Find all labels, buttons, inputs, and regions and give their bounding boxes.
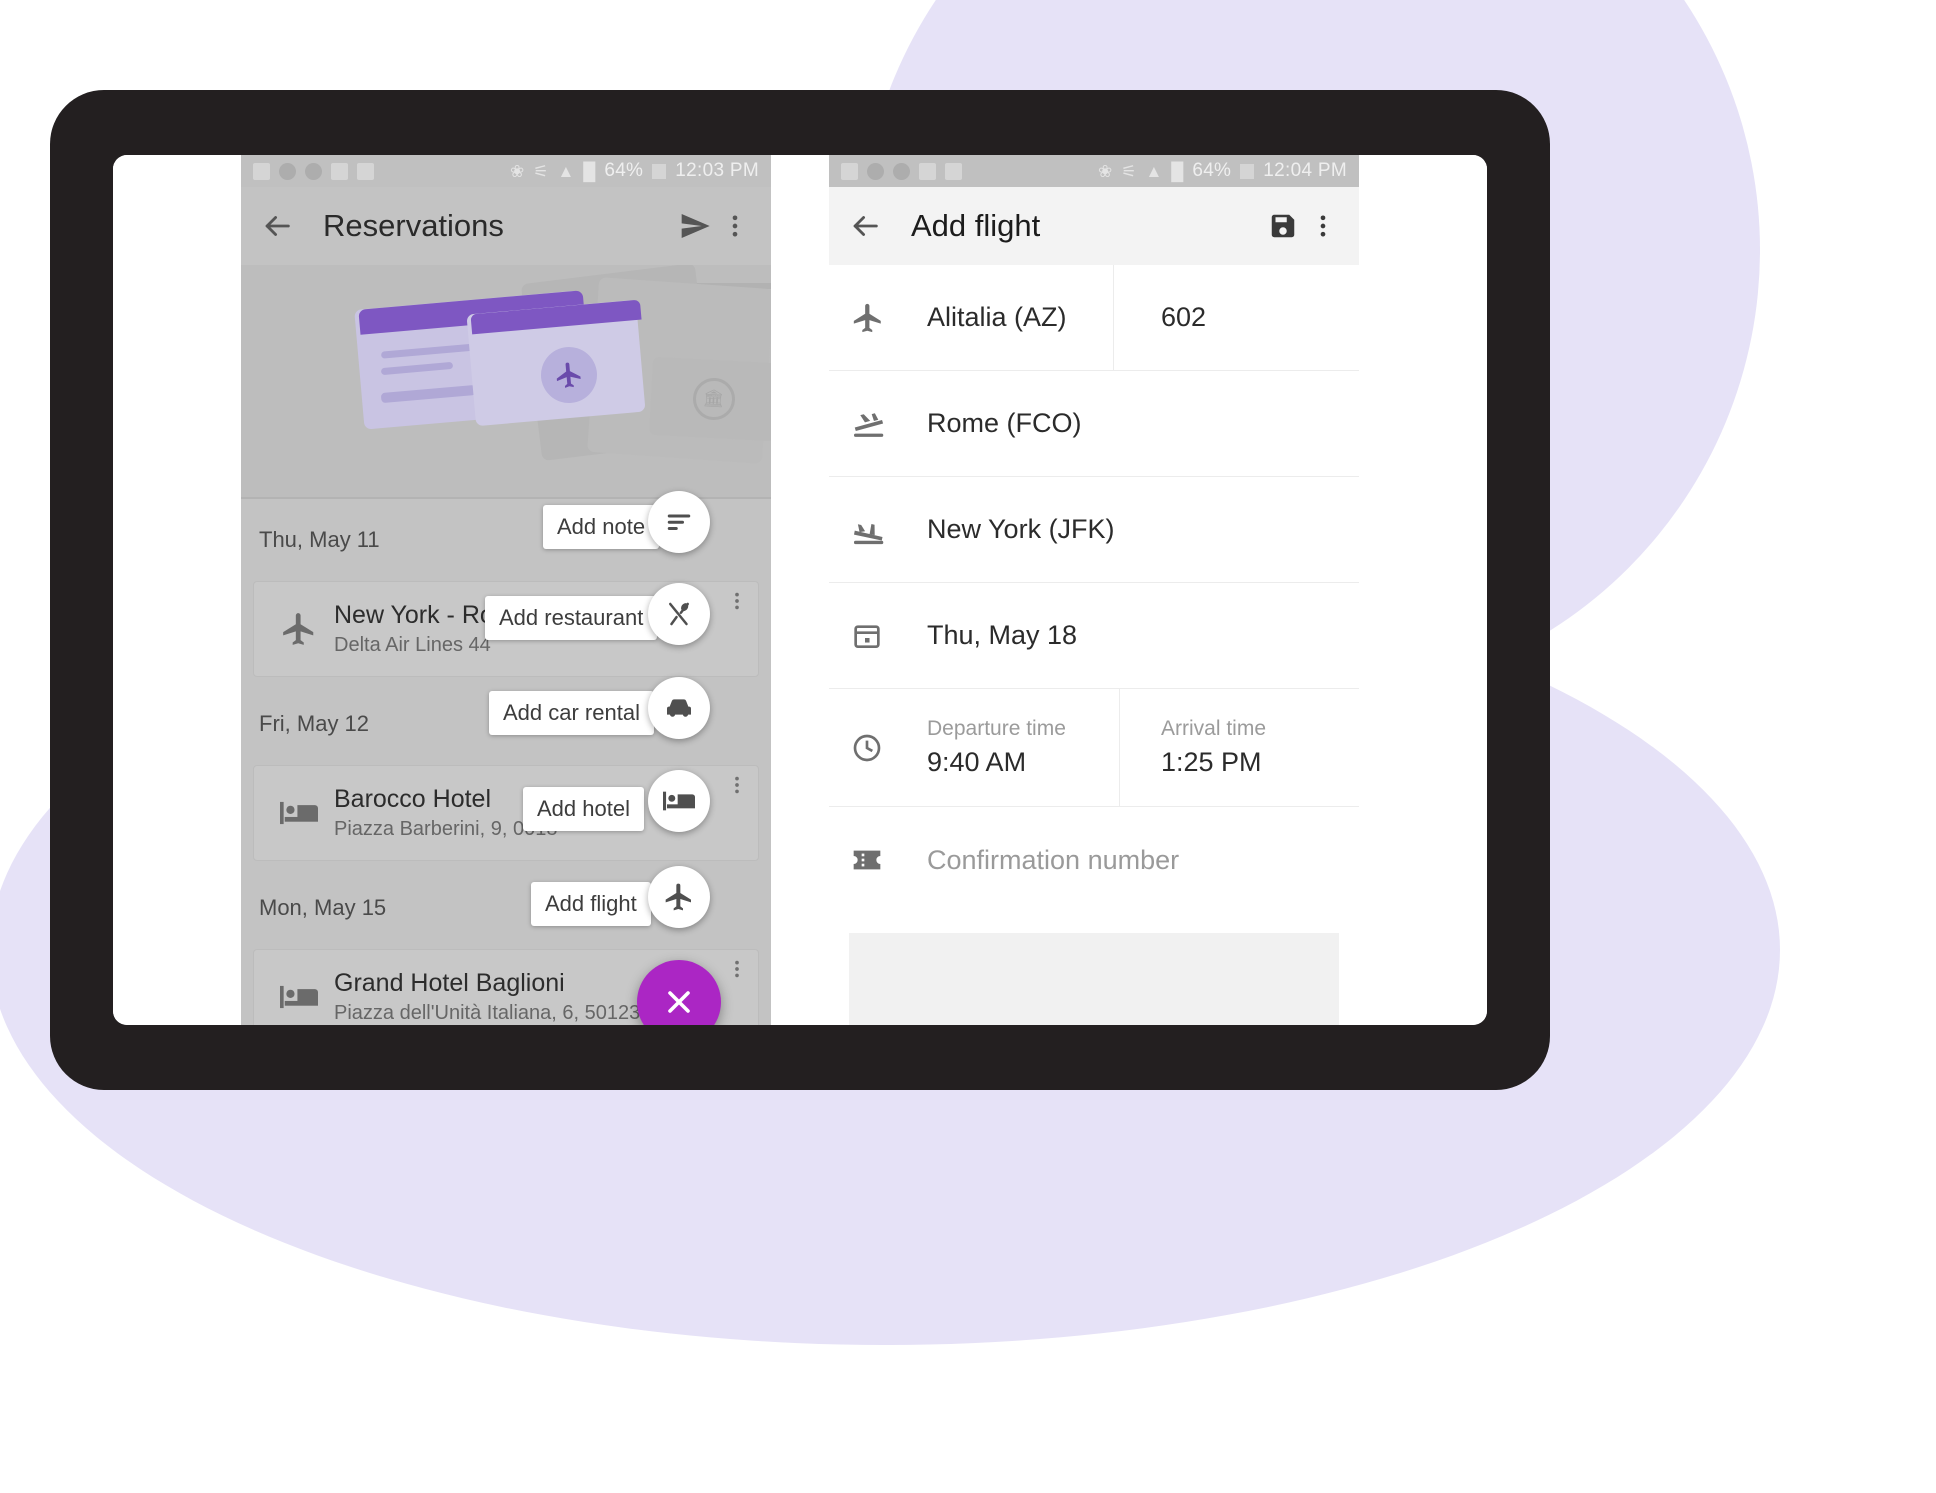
status-bar-clock: 12:03 PM [675,160,759,181]
document-icon [919,162,936,180]
image-icon [841,162,858,180]
airplane-icon [272,610,326,648]
add-hotel-button[interactable] [648,770,710,832]
airline-row[interactable]: Alitalia (AZ) 602 [829,265,1359,371]
wifi-icon: ▲ [1145,161,1163,181]
date-value[interactable]: Thu, May 18 [927,620,1077,651]
reservations-screen: ❀ ⚟ ▲ █ 64% 12:03 PM Reservations 🏛 Thu,… [241,155,771,1025]
vibrate-off-icon: ⚟ [533,161,549,181]
battery-icon [1240,163,1255,179]
add-restaurant-button[interactable] [648,583,710,645]
add-flight-screen: ❀ ⚟ ▲ █ 64% 12:04 PM Add flight Alitalia… [829,155,1359,1025]
destination-row[interactable]: New York (JFK) [829,477,1359,583]
battery-percent-label: 64% [604,160,644,181]
arrival-time-value[interactable]: 1:25 PM [1161,747,1266,778]
bluetooth-icon: ❀ [509,161,525,181]
departure-time-value[interactable]: 9:40 AM [927,747,1135,778]
signal-icon: █ [1171,161,1184,181]
back-arrow-icon[interactable] [845,206,885,246]
save-icon[interactable] [1263,206,1303,246]
add-car-rental-button[interactable] [648,677,710,739]
times-row[interactable]: Departure time 9:40 AM Arrival time 1:25… [829,689,1359,807]
museum-icon: 🏛 [691,376,736,422]
sync-icon [867,162,884,180]
clock-icon [851,732,927,764]
flight-land-icon [851,515,927,545]
overflow-menu-icon[interactable] [726,774,748,796]
day-label: Thu, May 11 [259,527,380,552]
flight-number-value[interactable]: 602 [1161,302,1206,333]
right-status-bar: ❀ ⚟ ▲ █ 64% 12:04 PM [829,155,1359,187]
screen-left-margin [113,155,241,1025]
illustration-ticket-stub: 🏛 [649,356,771,442]
day-label: Fri, May 12 [259,711,370,736]
airline-value[interactable]: Alitalia (AZ) [927,302,1135,333]
overflow-menu-icon[interactable] [1303,206,1343,246]
page-title: Add flight [911,208,1041,243]
speed-dial-label-add-note[interactable]: Add note [543,505,660,549]
image-icon [253,162,270,180]
arrival-time-cell[interactable]: Arrival time 1:25 PM [1161,717,1266,778]
origin-value[interactable]: Rome (FCO) [927,408,1082,439]
date-row[interactable]: Thu, May 18 [829,583,1359,689]
document-icon [331,162,348,180]
hotel-bed-icon [272,982,326,1012]
battery-percent-label: 64% [1192,160,1232,181]
arrival-time-label: Arrival time [1161,717,1267,740]
speed-dial-label-add-restaurant[interactable]: Add restaurant [485,596,658,640]
overflow-menu-icon[interactable] [726,590,748,612]
calendar-icon [851,620,927,652]
left-status-bar: ❀ ⚟ ▲ █ 64% 12:03 PM [241,155,771,187]
flight-takeoff-icon [851,409,927,439]
ticket-icon [851,847,927,873]
confirmation-number-row[interactable]: Confirmation number [829,807,1359,913]
battery-icon [652,163,667,179]
overflow-menu-icon[interactable] [715,206,755,246]
speed-dial-label-add-car-rental[interactable]: Add car rental [489,691,654,735]
add-flight-app-bar: Add flight [829,187,1359,265]
reservations-app-bar: Reservations [241,187,771,265]
speed-dial-label-add-flight[interactable]: Add flight [531,882,651,926]
reservations-list: Thu, May 11 New York - Rome Delta Air Li… [241,499,771,1025]
notes-textarea[interactable] [849,933,1339,1025]
sync-icon [305,162,322,180]
departure-time-label: Departure time [927,717,1066,740]
sync-icon [893,162,910,180]
departure-time-cell[interactable]: Departure time 9:40 AM [927,717,1135,778]
signal-icon: █ [583,161,596,181]
send-icon[interactable] [675,206,715,246]
boarding-pass-illustration: 🏛 [241,265,771,497]
screen-right-margin [1359,155,1487,1025]
tablet-device-frame: ❀ ⚟ ▲ █ 64% 12:03 PM Reservations 🏛 Thu,… [50,90,1550,1090]
add-note-button[interactable] [648,491,710,553]
windows-icon [357,162,374,180]
origin-row[interactable]: Rome (FCO) [829,371,1359,477]
airplane-icon [851,301,927,335]
day-label: Mon, May 15 [259,895,387,920]
hotel-bed-icon [272,798,326,828]
back-arrow-icon[interactable] [257,206,297,246]
destination-value[interactable]: New York (JFK) [927,514,1115,545]
page-title: Reservations [323,208,504,243]
windows-icon [945,162,962,180]
confirmation-number-input[interactable]: Confirmation number [927,845,1179,876]
sync-icon [279,162,296,180]
tablet-screen: ❀ ⚟ ▲ █ 64% 12:03 PM Reservations 🏛 Thu,… [113,155,1487,1025]
add-flight-button[interactable] [648,866,710,928]
status-bar-clock: 12:04 PM [1263,160,1347,181]
overflow-menu-icon[interactable] [726,958,748,980]
speed-dial-label-add-hotel[interactable]: Add hotel [523,787,644,831]
vibrate-off-icon: ⚟ [1121,161,1137,181]
wifi-icon: ▲ [557,161,575,181]
bluetooth-icon: ❀ [1097,161,1113,181]
